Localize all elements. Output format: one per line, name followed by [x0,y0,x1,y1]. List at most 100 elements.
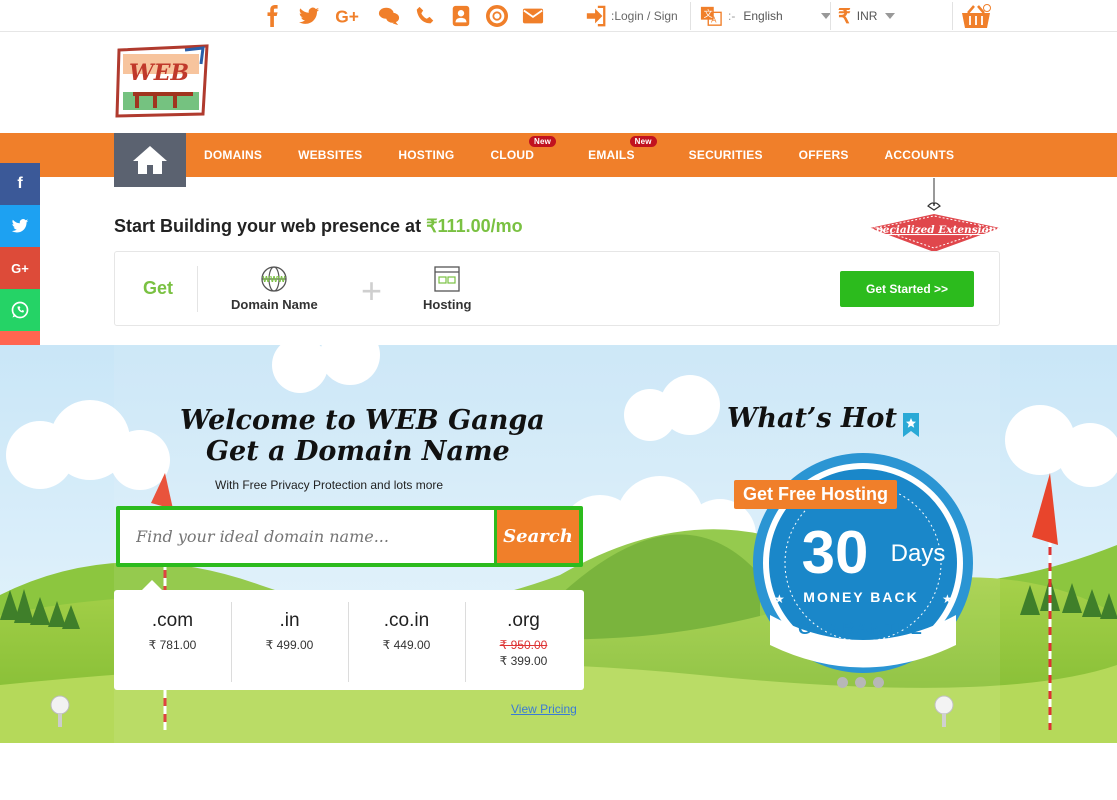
get-label: Get [143,278,174,298]
plus-icon: + [361,270,383,311]
tld-name: .com [151,610,194,631]
share-whatsapp-icon[interactable] [0,289,40,331]
nav-securities[interactable]: SECURITIES [653,148,781,162]
nav-label: ACCOUNTS [884,148,955,162]
carousel-dots [837,677,891,688]
domain-name-label: Domain Name [231,297,318,312]
hosting-label: Hosting [423,297,472,312]
view-pricing-link[interactable]: View Pricing [511,702,577,716]
chevron-down-icon [885,13,896,19]
tld-price: ₹ 399.00 [499,654,548,668]
share-google-plus-icon[interactable]: G+ [0,247,40,289]
home-icon [133,146,167,174]
tld-price: ₹ 781.00 [148,638,197,652]
phone-icon[interactable] [407,0,443,32]
divider [197,266,198,312]
home-button[interactable] [114,133,186,187]
support-icon[interactable] [479,0,515,32]
nav-label: EMAILS [588,148,635,162]
rupee-icon: ₹ [838,5,851,28]
login-label: :Login / Sign [611,9,678,23]
tld-name: .org [507,610,540,631]
nav-label: DOMAINS [204,148,263,162]
promo-text: Start Building your web presence at [114,216,427,236]
mail-icon[interactable] [515,0,551,32]
tld-price: ₹ 449.00 [382,638,431,652]
hero-banner: Welcome to WEB Ganga Get a Domain Name W… [0,345,1117,743]
ribbon-label: Specialized Extensions [868,224,1002,236]
tld-co-in[interactable]: .co.in ₹ 449.00 [348,590,465,690]
nav-items: DOMAINS WEBSITES HOSTING CLOUD New EMAILS… [186,133,972,177]
login-link[interactable]: :Login / Sign [585,0,678,32]
badge-money: MONEY BACK [803,589,918,605]
hosting-item[interactable]: Hosting [423,264,471,312]
tld-price: ₹ 499.00 [265,638,314,652]
nav-offers[interactable]: OFFERS [781,148,867,162]
nav-label: HOSTING [398,148,455,162]
promo-headline: Start Building your web presence at ₹111… [114,216,523,237]
welcome-heading: Welcome to WEB Ganga [180,405,545,436]
tld-pricing-box: .com ₹ 781.00 .in ₹ 499.00 .co.in ₹ 449.… [114,580,584,690]
cart-icon[interactable] [960,4,992,35]
divider [830,2,831,30]
site-logo[interactable]: WEB [115,44,209,118]
tld-com[interactable]: .com ₹ 781.00 [114,590,231,690]
nav-accounts[interactable]: ACCOUNTS [867,148,973,162]
contacts-icon[interactable] [443,0,479,32]
language-select[interactable]: 文A :- English [700,0,831,32]
share-facebook-icon[interactable]: f [0,163,40,205]
tld-name: .co.in [383,610,430,631]
notch [142,580,162,590]
new-badge: New [529,136,557,147]
whats-hot-heading: What’s Hot [727,403,897,434]
logo-web-text: WEB [129,60,189,86]
tld-in[interactable]: .in ₹ 499.00 [231,590,348,690]
free-hosting-label[interactable]: Get Free Hosting [734,480,898,509]
carousel-dot[interactable] [837,677,848,688]
get-started-panel: Get WWW Domain Name + Hosting Get Starte… [114,251,1000,326]
currency-value: INR [856,9,878,23]
badge-guarantee: GUARANTEE [798,619,924,638]
tld-org[interactable]: .org ₹ 950.00 ₹ 399.00 [465,590,582,690]
tld-old-price: ₹ 950.00 [499,638,548,652]
new-badge: New [629,136,657,147]
nav-domains[interactable]: DOMAINS [186,148,280,162]
google-plus-icon[interactable]: G+ [327,0,371,32]
domain-search-input[interactable] [120,510,494,563]
facebook-icon[interactable] [255,0,291,32]
hero-subtitle: With Free Privacy Protection and lots mo… [215,478,444,492]
carousel-dot[interactable] [855,677,866,688]
nav-label: CLOUD [490,148,535,162]
nav-label: OFFERS [798,148,849,162]
share-twitter-icon[interactable] [0,205,40,247]
domain-name-item[interactable]: WWW Domain Name [231,264,318,312]
search-button[interactable]: Search [497,510,579,563]
divider [690,2,691,30]
contact-icons: G+ [255,0,551,32]
www-text: WWW [263,275,286,284]
globe-icon: WWW [261,266,287,292]
nav-label: WEBSITES [298,148,363,162]
top-bar: G+ :Login / Sign 文A :- English ₹ INR [0,0,1117,32]
nav-cloud[interactable]: CLOUD New [472,136,557,162]
promo-price: ₹111.00/mo [426,216,523,236]
nav-hosting[interactable]: HOSTING [380,148,472,162]
currency-select[interactable]: ₹ INR [838,0,896,32]
social-share-bar: f G+ + [0,163,40,373]
svg-text:G+: G+ [335,6,359,26]
twitter-icon[interactable] [291,0,327,32]
specialized-extensions-tag[interactable]: Specialized Extensions [868,178,1002,254]
carousel-dot[interactable] [873,677,884,688]
chat-icon[interactable] [371,0,407,32]
login-icon [586,5,606,27]
language-value: English [743,9,783,23]
domain-search-bar: Search [116,506,583,567]
tld-name: .in [279,610,300,631]
badge-number: 30 [802,519,869,586]
nav-websites[interactable]: WEBSITES [280,148,380,162]
nav-label: SECURITIES [688,148,763,162]
get-started-button[interactable]: Get Started >> [840,271,974,307]
badge-days: Days [891,540,946,567]
divider [952,2,953,30]
nav-emails[interactable]: EMAILS New [552,136,657,162]
